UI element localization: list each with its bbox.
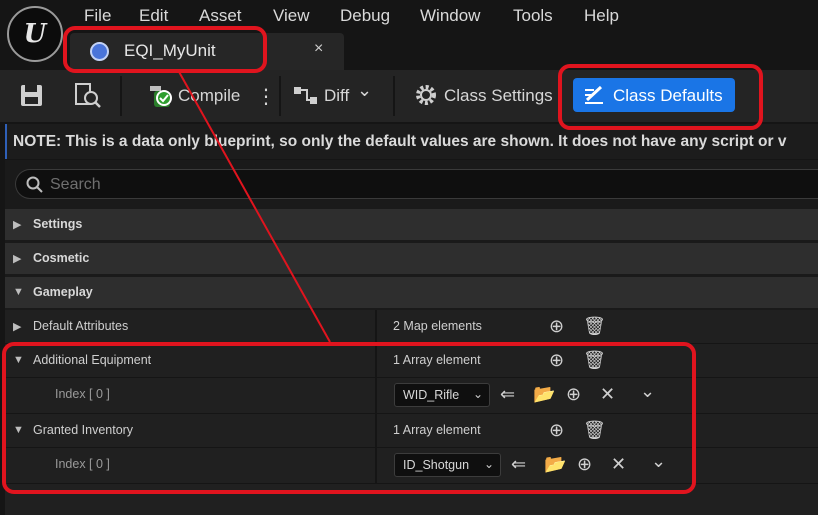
menu-file[interactable]: File — [84, 6, 111, 26]
category-label: Settings — [33, 217, 83, 231]
property-value: 2 Map elements — [393, 319, 482, 333]
property-name-cell: ▶ Default Attributes — [5, 310, 377, 343]
menu-asset[interactable]: Asset — [199, 6, 242, 26]
category-settings[interactable]: ▶ Settings — [5, 209, 818, 241]
search-icon — [26, 176, 43, 193]
class-settings-button[interactable]: Class Settings — [444, 86, 553, 106]
search-placeholder: Search — [50, 176, 101, 193]
editor-window: U File Edit Asset View Debug Window Tool… — [0, 0, 818, 515]
logo-glyph: U — [23, 19, 47, 49]
property-name: Default Attributes — [33, 319, 129, 333]
trash-icon[interactable]: 🗑 — [583, 316, 606, 337]
chevron-right-icon[interactable]: ▶ — [13, 320, 21, 333]
annotation-box-tab — [63, 26, 267, 73]
chevron-right-icon: ▶ — [13, 253, 22, 265]
chevron-down-icon[interactable]: ⌄ — [357, 80, 372, 101]
category-label: Cosmetic — [33, 251, 90, 265]
menu-window[interactable]: Window — [420, 6, 480, 26]
chevron-right-icon: ▶ — [13, 219, 22, 231]
category-label: Gameplay — [33, 285, 93, 299]
menu-debug[interactable]: Debug — [340, 6, 390, 26]
chevron-down-icon: ▼ — [13, 286, 24, 298]
property-default-attributes: ▶ Default Attributes 2 Map elements ⊕ 🗑 — [5, 310, 818, 344]
menu-edit[interactable]: Edit — [139, 6, 168, 26]
menu-help[interactable]: Help — [584, 6, 619, 26]
diff-button[interactable]: Diff — [324, 86, 349, 106]
compile-options-icon[interactable]: ⋮ — [256, 84, 276, 109]
compile-button[interactable]: Compile — [178, 86, 240, 106]
toolbar-separator — [120, 76, 122, 116]
add-element-icon[interactable]: ⊕ — [549, 316, 564, 337]
unreal-logo-icon[interactable]: U — [7, 6, 63, 62]
category-cosmetic[interactable]: ▶ Cosmetic — [5, 243, 818, 275]
toolbar-separator — [393, 76, 395, 116]
annotation-box-class-defaults — [558, 64, 763, 130]
menu-tools[interactable]: Tools — [513, 6, 553, 26]
category-gameplay[interactable]: ▼ Gameplay — [5, 277, 818, 309]
note-text: NOTE: This is a data only blueprint, so … — [13, 133, 787, 150]
menu-view[interactable]: View — [273, 6, 310, 26]
annotation-box-properties — [2, 342, 696, 494]
search-input[interactable]: Search — [15, 169, 818, 199]
close-tab-button[interactable]: × — [314, 40, 323, 58]
toolbar-separator — [279, 76, 281, 116]
